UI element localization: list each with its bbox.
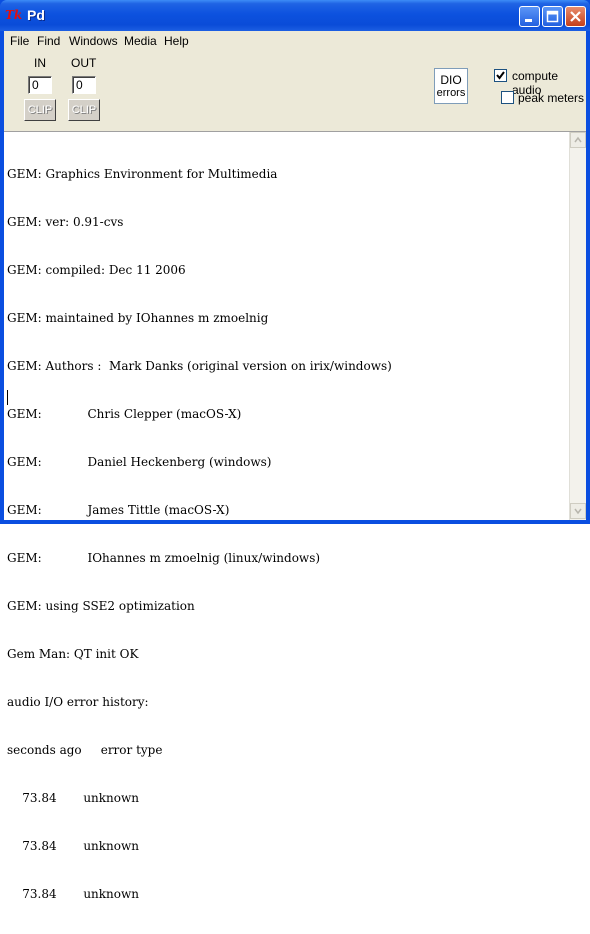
dio-errors-label: errors (436, 87, 466, 99)
console-line: seconds ago error type (7, 743, 163, 757)
peak-meters-label: peak meters (518, 91, 585, 105)
menu-find[interactable]: Find (37, 34, 60, 48)
console-line: GEM: Chris Clepper (macOS-X) (7, 407, 242, 421)
maximize-icon (546, 10, 559, 23)
console-line: GEM: IOhannes m zmoelnig (linux/windows) (7, 551, 321, 565)
maximize-button[interactable] (542, 6, 563, 27)
close-icon (570, 11, 581, 22)
in-level-box[interactable]: 0 (28, 76, 52, 94)
tk-app-icon: Tk (5, 8, 23, 22)
title-bar[interactable]: Tk Pd (0, 0, 590, 31)
out-label: OUT (71, 56, 97, 70)
checkmark-icon (496, 71, 505, 80)
console-line: 73.84 unknown (7, 791, 139, 805)
console-output[interactable]: GEM: Graphics Environment for Multimedia… (4, 131, 586, 901)
window-title: Pd (27, 7, 45, 23)
console-line: GEM: ver: 0.91-cvs (7, 215, 124, 229)
text-cursor (7, 390, 8, 405)
dio-errors-button[interactable]: DIO errors (434, 68, 468, 104)
console-line: audio I/O error history: (7, 695, 149, 709)
dio-label: DIO (440, 73, 462, 87)
compute-audio-checkbox[interactable] (494, 69, 507, 82)
vertical-scrollbar[interactable] (569, 132, 586, 520)
in-label: IN (34, 56, 46, 70)
peak-meters-checkbox[interactable] (501, 91, 514, 104)
scroll-up-icon (574, 136, 582, 143)
clip-out-button[interactable]: CLIP (68, 99, 100, 121)
console-line: GEM: compiled: Dec 11 2006 (7, 263, 186, 277)
menu-media[interactable]: Media (124, 34, 157, 48)
console-line: GEM: Daniel Heckenberg (windows) (7, 455, 272, 469)
pd-window: Tk Pd File Find Windows Media Help IN OU… (0, 0, 590, 901)
console-line: GEM: Authors : Mark Danks (original vers… (7, 359, 392, 373)
console-line: GEM: Graphics Environment for Multimedia (7, 167, 278, 181)
menu-bar: File Find Windows Media Help (4, 31, 586, 50)
console-line: GEM: maintained by IOhannes m zmoelnig (7, 311, 269, 325)
console-line: GEM: using SSE2 optimization (7, 599, 195, 613)
console-line: Gem Man: QT init OK (7, 647, 139, 661)
console-line: 73.84 unknown (7, 887, 139, 901)
client-area: File Find Windows Media Help IN OUT 0 0 … (4, 31, 586, 901)
close-button[interactable] (565, 6, 586, 27)
menu-windows[interactable]: Windows (69, 34, 118, 48)
minimize-icon (525, 19, 532, 22)
console-line: GEM: James Tittle (macOS-X) (7, 503, 230, 517)
menu-file[interactable]: File (10, 34, 29, 48)
minimize-button[interactable] (519, 6, 540, 27)
out-level-box[interactable]: 0 (72, 76, 96, 94)
console-line: 73.84 unknown (7, 839, 139, 853)
scroll-up-button[interactable] (570, 132, 586, 148)
menu-help[interactable]: Help (164, 34, 189, 48)
clip-in-button[interactable]: CLIP (24, 99, 56, 121)
console-text: GEM: Graphics Environment for Multimedia… (7, 134, 567, 934)
scroll-down-icon (574, 508, 582, 515)
scroll-down-button[interactable] (570, 503, 586, 519)
